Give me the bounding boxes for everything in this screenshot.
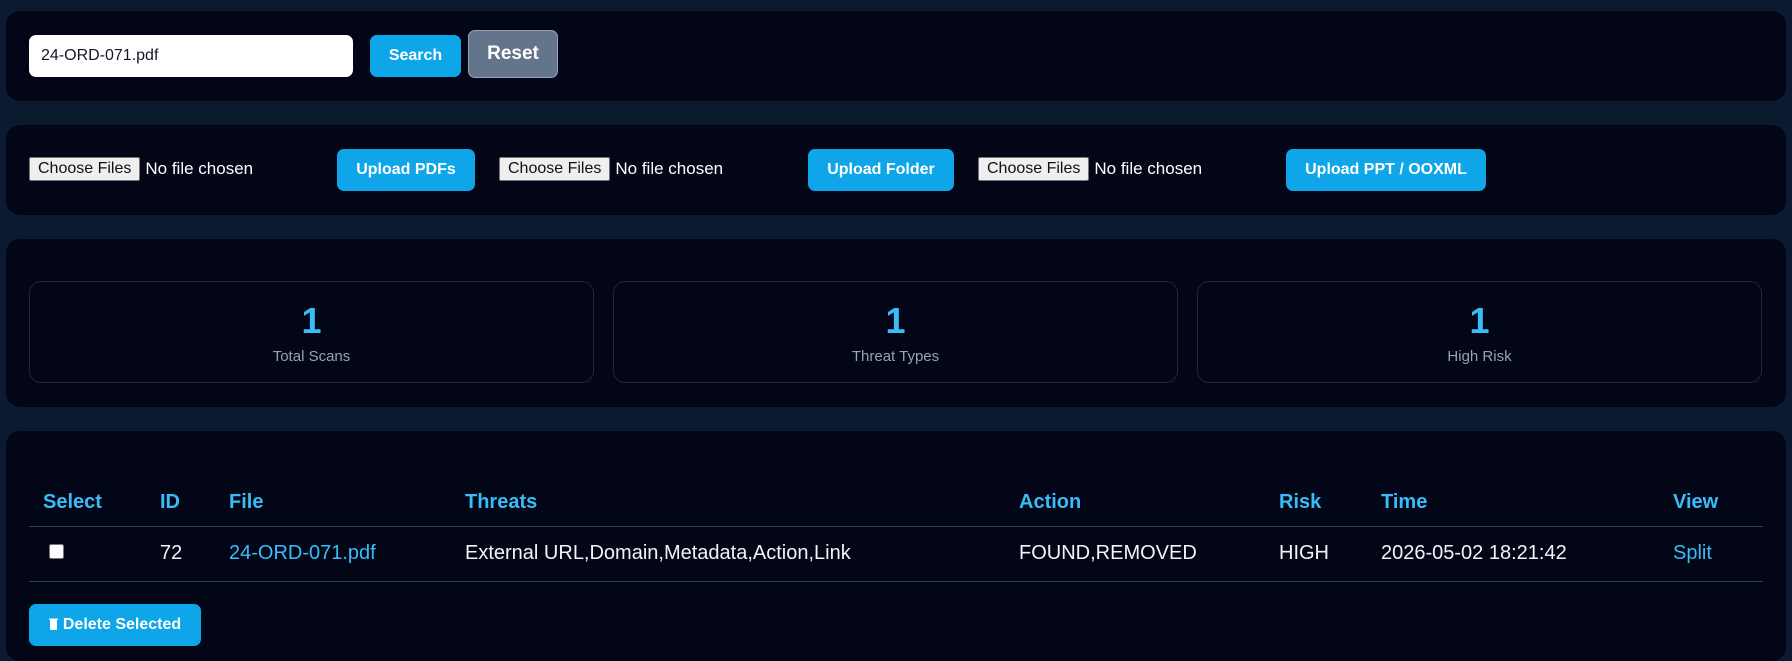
id-cell: 72 <box>146 526 215 582</box>
time-cell: 2026-05-02 18:21:42 <box>1367 526 1659 582</box>
stats-panel: 1 Total Scans 1 Threat Types 1 High Risk <box>6 239 1786 407</box>
select-cell <box>29 526 146 582</box>
header-threats: Threats <box>451 479 1005 527</box>
file-status: No file chosen <box>1094 159 1203 178</box>
view-cell: Split <box>1659 526 1763 582</box>
results-panel: Select ID File Threats Action Risk Time … <box>6 431 1786 661</box>
file-status: No file chosen <box>615 159 724 178</box>
header-view: View <box>1659 479 1763 527</box>
header-risk: Risk <box>1265 479 1367 527</box>
threats-cell: External URL,Domain,Metadata,Action,Link <box>451 526 1005 582</box>
view-split-link[interactable]: Split <box>1673 542 1712 564</box>
header-file: File <box>215 479 451 527</box>
pdf-file-picker: Choose Files No file chosen <box>29 157 253 181</box>
header-id: ID <box>146 479 215 527</box>
header-select: Select <box>29 479 146 527</box>
search-panel: Search Reset <box>6 11 1786 101</box>
table-header-row: Select ID File Threats Action Risk Time … <box>29 479 1763 527</box>
file-link[interactable]: 24-ORD-071.pdf <box>229 542 376 564</box>
search-button[interactable]: Search <box>370 35 461 77</box>
upload-panel: Choose Files No file chosen Upload PDFs … <box>6 125 1786 215</box>
stat-value: 1 <box>1469 300 1490 341</box>
upload-ppt-button[interactable]: Upload PPT / OOXML <box>1286 149 1486 191</box>
header-action: Action <box>1005 479 1265 527</box>
stat-label: High Risk <box>1447 348 1512 365</box>
trash-icon <box>48 618 58 633</box>
stat-value: 1 <box>301 300 322 341</box>
stat-card-threat-types: 1 Threat Types <box>613 281 1178 383</box>
choose-files-button[interactable]: Choose Files <box>978 157 1090 181</box>
delete-label: Delete Selected <box>62 616 182 633</box>
file-status: No file chosen <box>145 159 254 178</box>
table-row: 72 24-ORD-071.pdf External URL,Domain,Me… <box>29 526 1763 582</box>
reset-button[interactable]: Reset <box>468 30 558 78</box>
stat-card-total-scans: 1 Total Scans <box>29 281 594 383</box>
header-time: Time <box>1367 479 1659 527</box>
choose-files-button[interactable]: Choose Files <box>29 157 141 181</box>
stat-label: Threat Types <box>851 348 940 365</box>
upload-folder-button[interactable]: Upload Folder <box>808 149 954 191</box>
stat-card-high-risk: 1 High Risk <box>1197 281 1762 383</box>
upload-pdfs-button[interactable]: Upload PDFs <box>337 149 475 191</box>
search-input[interactable] <box>29 35 353 77</box>
row-checkbox[interactable] <box>49 544 64 559</box>
stat-label: Total Scans <box>272 348 351 365</box>
folder-file-picker: Choose Files No file chosen <box>499 157 723 181</box>
action-cell: FOUND,REMOVED <box>1005 526 1265 582</box>
file-cell: 24-ORD-071.pdf <box>215 526 451 582</box>
ppt-file-picker: Choose Files No file chosen <box>978 157 1202 181</box>
stat-value: 1 <box>885 300 906 341</box>
results-table: Select ID File Threats Action Risk Time … <box>29 479 1763 582</box>
choose-files-button[interactable]: Choose Files <box>499 157 611 181</box>
risk-cell: HIGH <box>1265 526 1367 582</box>
delete-selected-button[interactable]: Delete Selected <box>29 604 201 646</box>
